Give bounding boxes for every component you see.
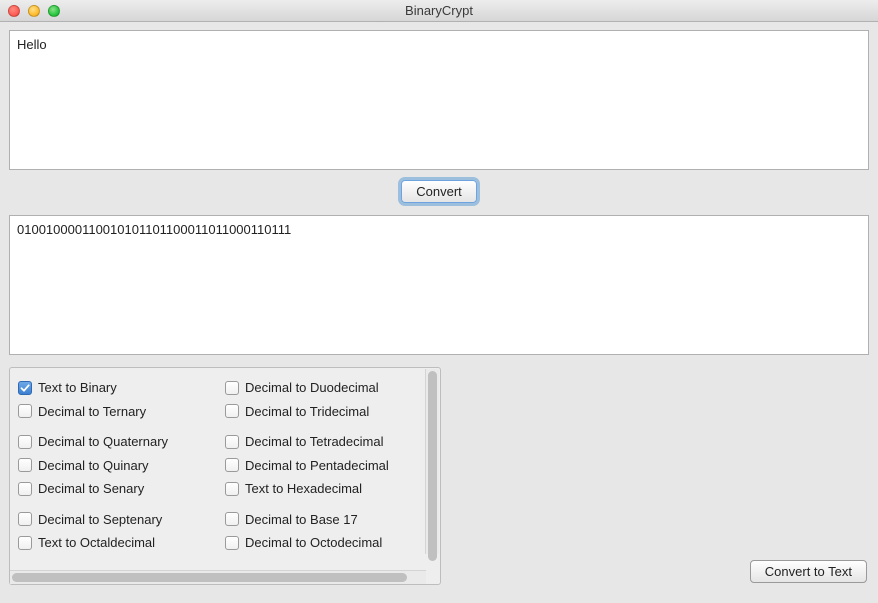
option-row[interactable]: Decimal to Quaternary [18, 430, 225, 454]
option-row[interactable]: Decimal to Duodecimal [225, 376, 432, 400]
option-row[interactable]: Text to Hexadecimal [225, 477, 432, 501]
option-label: Decimal to Tridecimal [245, 404, 369, 419]
traffic-lights [0, 5, 60, 17]
checkbox[interactable] [225, 381, 239, 395]
output-textarea[interactable] [9, 215, 869, 355]
options-col-1: Text to Binary Decimal to Ternary Decimal … [18, 376, 225, 568]
option-row[interactable]: Decimal to Tridecimal [225, 400, 432, 424]
options-panel: Text to Binary Decimal to Ternary Decimal … [9, 367, 441, 585]
option-label: Decimal to Duodecimal [245, 380, 379, 395]
close-icon[interactable] [8, 5, 20, 17]
convert-row: Convert [9, 170, 869, 215]
vertical-scrollbar[interactable] [425, 369, 439, 554]
minimize-icon[interactable] [28, 5, 40, 17]
titlebar: BinaryCrypt [0, 0, 878, 22]
convert-button[interactable]: Convert [401, 180, 477, 203]
checkbox[interactable] [225, 512, 239, 526]
option-label: Decimal to Quinary [38, 458, 149, 473]
option-label: Decimal to Pentadecimal [245, 458, 389, 473]
option-label: Decimal to Octodecimal [245, 535, 382, 550]
option-label: Decimal to Senary [38, 481, 144, 496]
checkbox[interactable] [18, 512, 32, 526]
checkbox[interactable] [18, 482, 32, 496]
horizontal-scrollbar[interactable] [10, 570, 426, 584]
checkbox[interactable] [225, 482, 239, 496]
checkbox[interactable] [18, 381, 32, 395]
option-row[interactable]: Text to Binary [18, 376, 225, 400]
option-row[interactable]: Decimal to Quinary [18, 454, 225, 478]
checkbox[interactable] [18, 458, 32, 472]
option-label: Text to Hexadecimal [245, 481, 362, 496]
checkbox[interactable] [225, 435, 239, 449]
option-row[interactable]: Decimal to Septenary [18, 508, 225, 532]
checkbox[interactable] [225, 404, 239, 418]
input-textarea[interactable] [9, 30, 869, 170]
option-label: Decimal to Tetradecimal [245, 434, 383, 449]
checkbox[interactable] [225, 458, 239, 472]
option-row[interactable]: Decimal to Base 17 [225, 508, 432, 532]
option-label: Text to Binary [38, 380, 117, 395]
option-label: Decimal to Quaternary [38, 434, 168, 449]
option-label: Decimal to Base 17 [245, 512, 358, 527]
option-label: Text to Octaldecimal [38, 535, 155, 550]
checkbox[interactable] [225, 536, 239, 550]
checkbox[interactable] [18, 435, 32, 449]
options-col-2: Decimal to Duodecimal Decimal to Tridecim… [225, 376, 432, 568]
window-title: BinaryCrypt [0, 3, 878, 18]
convert-to-text-button[interactable]: Convert to Text [750, 560, 867, 583]
option-row[interactable]: Decimal to Octodecimal [225, 531, 432, 555]
option-row[interactable]: Decimal to Tetradecimal [225, 430, 432, 454]
horizontal-scroll-thumb[interactable] [12, 573, 407, 582]
lower-row: Text to Binary Decimal to Ternary Decimal … [9, 367, 869, 585]
option-row[interactable]: Text to Octaldecimal [18, 531, 225, 555]
checkbox[interactable] [18, 536, 32, 550]
options-scroll: Text to Binary Decimal to Ternary Decimal … [10, 368, 440, 570]
option-row[interactable]: Decimal to Senary [18, 477, 225, 501]
checkbox[interactable] [18, 404, 32, 418]
option-row[interactable]: Decimal to Pentadecimal [225, 454, 432, 478]
option-label: Decimal to Ternary [38, 404, 146, 419]
client-area: Convert Text to Binary Decimal to Ternary… [0, 22, 878, 603]
vertical-scroll-thumb[interactable] [428, 371, 437, 561]
zoom-icon[interactable] [48, 5, 60, 17]
lower-right: Convert to Text [441, 367, 869, 585]
option-label: Decimal to Septenary [38, 512, 162, 527]
option-row[interactable]: Decimal to Ternary [18, 400, 225, 424]
